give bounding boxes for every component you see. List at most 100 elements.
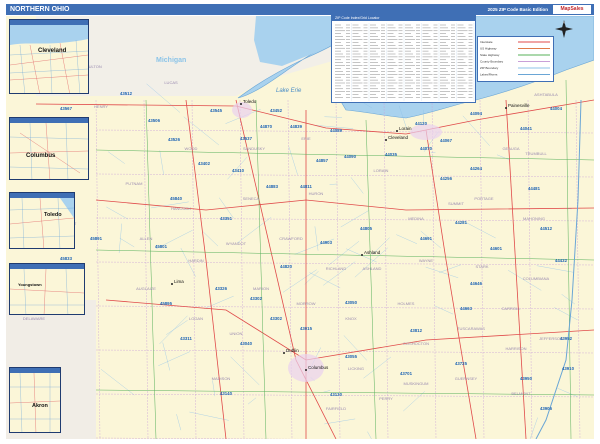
zip-label: 44805 <box>360 226 373 231</box>
county-label: FAIRFIELD <box>326 406 346 411</box>
zip-label: 43537 <box>240 136 253 141</box>
inset-youngstown: Youngstown <box>9 263 85 315</box>
city-label: Toledo <box>243 99 257 104</box>
key-item-label: US Highway <box>480 47 497 51</box>
county-label: ASHLAND <box>363 266 382 271</box>
zip-label: 44067 <box>440 138 453 143</box>
county-label: SENECA <box>243 196 260 201</box>
zip-label: 43130 <box>330 392 343 397</box>
city-label: Lorain <box>399 126 412 131</box>
zip-label: 44857 <box>316 158 329 163</box>
county-label: LICKING <box>348 366 364 371</box>
zip-label: 44004 <box>550 106 563 111</box>
county-label: HANCOCK <box>171 206 191 211</box>
zip-label: 43402 <box>198 161 211 166</box>
city-marker <box>385 139 387 141</box>
zip-label: 43567 <box>60 106 73 111</box>
zip-label: 44691 <box>420 236 433 241</box>
zip-label: 43326 <box>215 286 228 291</box>
key-item-label: County Boundary <box>480 60 504 64</box>
zip-label: 44094 <box>470 111 483 116</box>
zip-label: 44883 <box>266 184 279 189</box>
county-label: WYANDOT <box>226 241 247 246</box>
county-label: LOGAN <box>189 316 203 321</box>
zip-label: 45891 <box>90 236 103 241</box>
zip-label: 44481 <box>528 186 541 191</box>
city-label: Ashland <box>364 250 381 255</box>
toledo-urban-area <box>232 102 252 118</box>
zip-label: 44090 <box>344 154 357 159</box>
inset-columbus-map: Columbus <box>10 123 88 180</box>
county-label: MUSKINGUM <box>404 381 429 386</box>
zip-label: 43506 <box>148 118 161 123</box>
zip-label: 44820 <box>280 264 293 269</box>
city-label: Painesville <box>508 103 530 108</box>
svg-text:N: N <box>563 21 565 25</box>
county-label: PORTAGE <box>474 196 494 201</box>
zip-label: 44601 <box>490 246 503 251</box>
zip-label: 43140 <box>220 391 233 396</box>
zip-label: 44035 <box>385 152 398 157</box>
city-marker <box>171 283 173 285</box>
title-bar: NORTHERN OHIO 2025 ZIP Code Basic Editio… <box>6 4 594 15</box>
inset-toledo-map: Toledo <box>10 198 74 249</box>
zip-label: 43906 <box>540 406 553 411</box>
zip-label: 44089 <box>330 128 343 133</box>
county-label: HENRY <box>94 104 108 109</box>
county-label: MEDINA <box>408 216 424 221</box>
county-label: RICHLAND <box>326 266 347 271</box>
zip-label: 43351 <box>220 216 233 221</box>
zip-label: 44432 <box>555 258 568 263</box>
zip-label: 43040 <box>240 341 253 346</box>
map-title: NORTHERN OHIO <box>10 6 70 13</box>
key-item-label: Interstate <box>480 40 493 44</box>
zip-label: 44811 <box>300 184 312 189</box>
zip-label: 44903 <box>320 240 333 245</box>
compass-rose-icon: N <box>555 20 573 38</box>
city-marker <box>361 254 363 256</box>
inset-cleveland: Cleveland <box>9 19 89 94</box>
zip-label: 43302 <box>270 316 283 321</box>
zip-label: 45895 <box>160 301 173 306</box>
zip-label: 43410 <box>232 168 245 173</box>
county-label: TRUMBULL <box>525 151 547 156</box>
zip-label: 44663 <box>460 306 473 311</box>
county-label: HOLMES <box>398 301 415 306</box>
publisher-logo: MapSales <box>553 5 591 14</box>
county-label: HURON <box>309 191 324 196</box>
county-label: MORROW <box>296 301 315 306</box>
zip-label: 43302 <box>250 296 263 301</box>
inset-akron-map: Akron <box>10 373 60 433</box>
zip-label: 43526 <box>168 137 181 142</box>
city-marker <box>240 103 242 105</box>
city-marker <box>305 369 307 371</box>
county-label: HARDIN <box>188 258 203 263</box>
zip-label: 43812 <box>410 328 423 333</box>
city-label: Lima <box>174 279 184 284</box>
county-label: PERRY <box>379 396 393 401</box>
county-label: CRAWFORD <box>279 236 303 241</box>
zip-label: 44264 <box>470 166 483 171</box>
city-marker <box>505 107 507 109</box>
county-label: ASHTABULA <box>534 92 558 97</box>
zip-label: 43545 <box>210 108 223 113</box>
lake-label: Lake Erie <box>276 88 302 94</box>
inset-cleveland-map: Cleveland <box>10 25 88 94</box>
zip-label: 43055 <box>345 354 358 359</box>
county-label: UNION <box>230 331 243 336</box>
county-label: BELMONT <box>511 391 531 396</box>
zip-label: 43952 <box>560 336 573 341</box>
zip-index-legend: ZIP Code Index/Grid Locator <box>331 15 476 103</box>
legend-index-table <box>332 21 475 103</box>
county-label: DELAWARE <box>23 316 45 321</box>
county-label: GEAUGA <box>502 146 519 151</box>
county-label: KNOX <box>345 316 357 321</box>
zip-label: 44870 <box>260 124 273 129</box>
key-item-label: ZIP Boundary <box>480 66 499 70</box>
inset-youngstown-city: Youngstown <box>18 282 42 287</box>
county-label: PUTNAM <box>126 181 143 186</box>
road-key: InterstateUS HighwayState HighwayCounty … <box>477 36 554 82</box>
zip-label: 45840 <box>170 196 183 201</box>
county-label: ALLEN <box>140 236 153 241</box>
county-label: WOOD <box>185 146 198 151</box>
